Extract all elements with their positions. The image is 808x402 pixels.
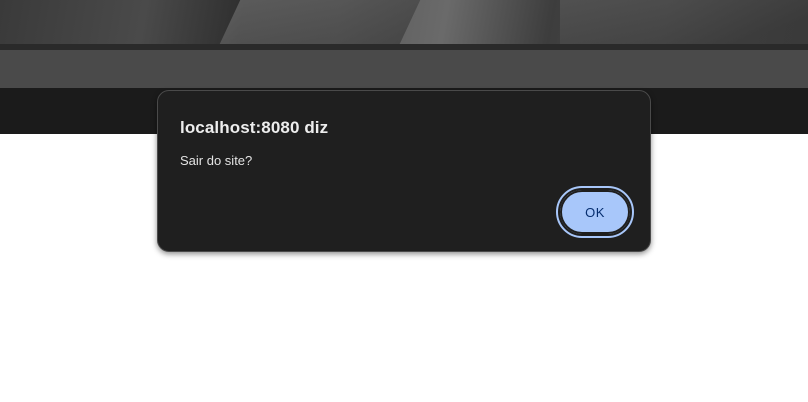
hero-decoration-secondary	[560, 0, 808, 44]
hero-decoration	[219, 0, 421, 44]
page: localhost:8080 diz Sair do site? OK	[0, 0, 808, 402]
hero-banner	[0, 0, 808, 44]
ok-button[interactable]: OK	[560, 190, 630, 234]
navigation-bar	[0, 50, 808, 88]
dialog-message: Sair do site?	[180, 153, 253, 168]
alert-dialog: localhost:8080 diz Sair do site? OK	[157, 90, 651, 252]
dialog-title: localhost:8080 diz	[180, 118, 329, 137]
